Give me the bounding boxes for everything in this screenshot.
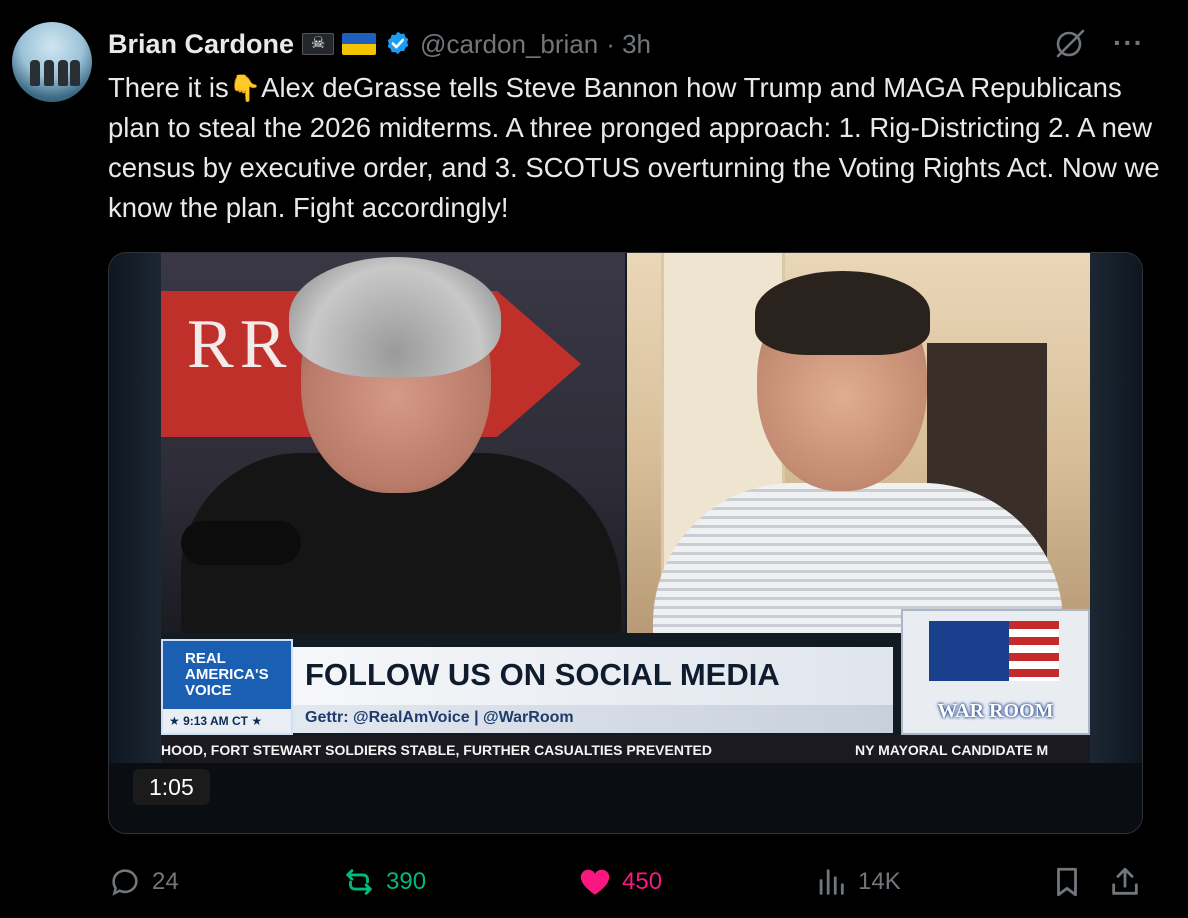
video-panel-guest bbox=[627, 253, 1090, 633]
views-icon bbox=[819, 869, 844, 895]
broadcast-time: ★ 9:13 AM CT ★ bbox=[163, 709, 291, 733]
heart-icon bbox=[580, 869, 610, 895]
views-button[interactable]: 14K bbox=[814, 862, 901, 902]
view-count: 14K bbox=[858, 868, 901, 895]
tweet-time[interactable]: · 3h bbox=[606, 29, 651, 60]
share-icon bbox=[1112, 867, 1138, 895]
grok-icon[interactable] bbox=[1053, 26, 1087, 60]
reply-button[interactable]: 24 bbox=[108, 862, 179, 902]
author-name[interactable]: Brian Cardone bbox=[108, 29, 294, 60]
author-handle[interactable]: @cardon_brian bbox=[420, 29, 598, 60]
video-duration: 1:05 bbox=[133, 769, 210, 805]
video-player[interactable]: RR M REAL AMERICA'S VOICE ★ 9:13 AM CT ★… bbox=[108, 252, 1143, 834]
like-count: 450 bbox=[622, 868, 663, 895]
like-button[interactable]: 450 bbox=[578, 862, 662, 902]
header-actions: ··· bbox=[1053, 26, 1144, 60]
network-logo: REAL AMERICA'S VOICE ★ 9:13 AM CT ★ bbox=[161, 639, 293, 735]
microphone-icon bbox=[181, 521, 301, 565]
pirate-flag-icon: ☠ bbox=[302, 33, 335, 55]
more-options-icon[interactable]: ··· bbox=[1113, 29, 1144, 57]
video-letterbox-left bbox=[109, 253, 161, 833]
retweet-icon bbox=[346, 869, 372, 895]
bookmark-button[interactable] bbox=[1050, 862, 1084, 902]
retweet-button[interactable]: 390 bbox=[342, 862, 426, 902]
reply-count: 24 bbox=[152, 868, 179, 895]
video-letterbox-right bbox=[1090, 253, 1142, 833]
show-logo: WAR ROOM bbox=[901, 609, 1090, 735]
author-avatar[interactable] bbox=[12, 22, 92, 102]
share-button[interactable] bbox=[1108, 862, 1142, 902]
verified-badge-icon[interactable] bbox=[384, 30, 412, 58]
video-lower-third: REAL AMERICA'S VOICE ★ 9:13 AM CT ★ FOLL… bbox=[161, 609, 1090, 735]
reply-icon bbox=[112, 869, 138, 896]
tweet-header: Brian Cardone ☠ @cardon_brian · 3h bbox=[108, 26, 651, 62]
tweet-text: There it is👇Alex deGrasse tells Steve Ba… bbox=[108, 68, 1168, 228]
news-ticker: HOOD, FORT STEWART SOLDIERS STABLE, FURT… bbox=[161, 735, 1090, 763]
ukraine-flag-icon bbox=[342, 33, 377, 55]
bookmark-icon bbox=[1057, 867, 1077, 897]
pointing-down-emoji-icon: 👇 bbox=[228, 73, 262, 103]
video-social-line: Gettr: @RealAmVoice | @WarRoom bbox=[305, 709, 574, 726]
video-panel-host: RR M bbox=[161, 253, 625, 633]
retweet-count: 390 bbox=[386, 868, 427, 895]
video-headline: FOLLOW US ON SOCIAL MEDIA bbox=[305, 657, 780, 692]
tweet-actions: 24 390 450 14K bbox=[108, 862, 1148, 902]
